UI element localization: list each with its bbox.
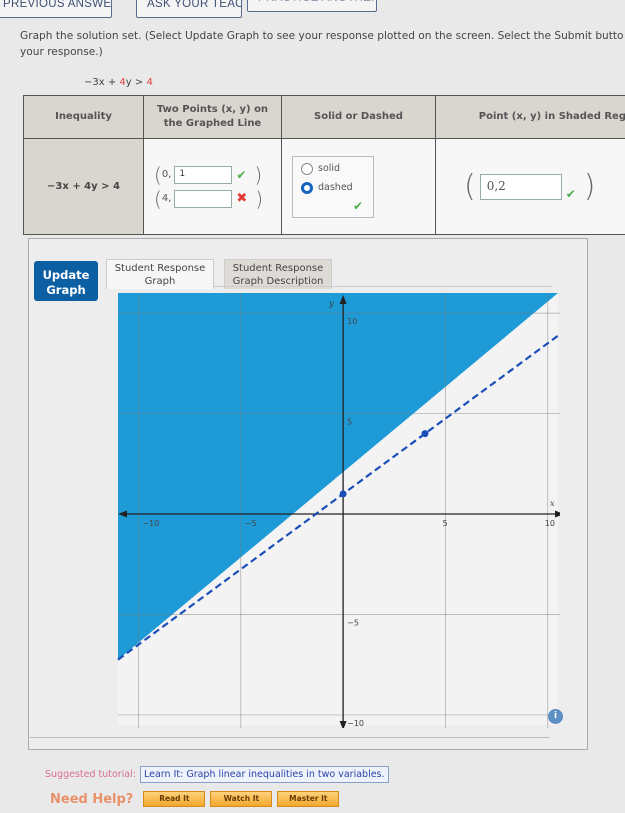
y-tick-label: 10 xyxy=(347,317,357,326)
radio-circle-icon[interactable] xyxy=(301,162,313,175)
instructions-line-1: Graph the solution set. (Select Update G… xyxy=(20,30,624,42)
x-axis-label: x xyxy=(550,499,555,508)
x-tick-label: 5 xyxy=(442,519,447,528)
need-help-label: Need Help? xyxy=(50,791,134,807)
close-paren: ) xyxy=(254,162,263,187)
y-tick-label: 5 xyxy=(347,418,352,427)
line-style-radio-group: solid dashed ✔ xyxy=(292,155,374,218)
info-icon[interactable]: i xyxy=(548,709,563,724)
correct-check-icon: ✔ xyxy=(352,198,363,213)
point-1-x: 0, xyxy=(161,169,172,180)
suggested-tutorial: Suggested tutorial: Learn It: Graph line… xyxy=(45,766,389,783)
close-paren: ) xyxy=(255,186,264,211)
inequality-rhs: 4 xyxy=(146,77,153,88)
header-inequality: Inequality xyxy=(23,95,144,139)
x-axis-arrow-right xyxy=(555,510,560,518)
header-two-points-line1: Two Points (x, y) on xyxy=(156,104,269,115)
x-tick-label: 10 xyxy=(545,519,555,528)
practice-another-tab[interactable]: PRACTICE ANOTHER xyxy=(247,0,377,12)
previous-answers-tab[interactable]: PREVIOUS ANSWERS xyxy=(0,0,112,18)
open-paren: ( xyxy=(154,162,162,187)
inequality-lhs: −3x + xyxy=(84,77,120,88)
instructions-line-2: your response.) xyxy=(20,46,103,58)
inequality-graph[interactable]: −10 −5 5 10 10 5 −5 −10 x y xyxy=(110,288,560,728)
radio-selected-icon[interactable] xyxy=(301,181,313,194)
need-help: Need Help? Read It Watch It Master It xyxy=(50,791,344,807)
radio-solid[interactable]: solid xyxy=(301,162,373,175)
y-tick-label: −10 xyxy=(347,719,364,728)
shaded-point-cell: ( 0,2 ✔ ) xyxy=(435,138,625,235)
point-2-x: 4, xyxy=(161,193,172,204)
y-axis-label: y xyxy=(328,299,334,308)
incorrect-x-icon: ✖ xyxy=(236,191,248,206)
point-1-y-input[interactable]: 1 xyxy=(174,165,233,184)
open-paren: ( xyxy=(464,168,476,204)
top-tab-bar: PREVIOUS ANSWERS ASK YOUR TEACHER PRACTI… xyxy=(0,0,625,22)
correct-check-icon: ✔ xyxy=(236,167,247,182)
tab-student-response-description[interactable]: Student Response Graph Description xyxy=(224,259,332,289)
tab-label-2: Graph xyxy=(144,276,176,287)
two-points-cell: ( 0, 1 ✔ ) ( 4, ✖ ) xyxy=(143,138,282,235)
header-solid-dashed: Solid or Dashed xyxy=(281,95,436,139)
read-it-button[interactable]: Read It xyxy=(143,791,206,807)
tutorial-link[interactable]: Learn It: Graph linear inequalities in t… xyxy=(140,766,389,783)
master-it-button[interactable]: Master It xyxy=(277,791,340,807)
response-table: Inequality Two Points (x, y) on the Grap… xyxy=(23,95,625,235)
open-paren: ( xyxy=(154,186,162,211)
update-graph-button[interactable]: Update Graph xyxy=(34,261,98,301)
x-tick-label: −10 xyxy=(142,519,159,528)
close-paren: ) xyxy=(583,168,596,204)
shaded-point-row: ( 0,2 ✔ ) xyxy=(436,168,625,204)
tab-label-1: Student Response xyxy=(232,263,324,274)
x-tick-label: −5 xyxy=(245,519,257,528)
header-two-points-line2: the Graphed Line xyxy=(163,118,262,129)
point-2-y-input[interactable] xyxy=(174,189,233,208)
line-style-cell: solid dashed ✔ xyxy=(281,138,436,235)
instructions: Graph the solution set. (Select Update G… xyxy=(20,28,625,60)
line-point xyxy=(339,490,347,498)
tab-label-1: Student Response xyxy=(114,263,206,274)
problem-inequality: −3x + 4y > 4 xyxy=(84,77,153,88)
radio-solid-label: solid xyxy=(318,163,341,174)
point-1-row: ( 0, 1 ✔ ) xyxy=(154,165,281,185)
y-tick-label: −5 xyxy=(347,618,359,627)
update-graph-label-1: Update xyxy=(42,268,90,282)
shaded-point-input[interactable]: 0,2 xyxy=(479,173,562,200)
inequality-var: y > xyxy=(125,77,147,88)
watch-it-button[interactable]: Watch It xyxy=(210,791,273,807)
radio-dashed[interactable]: dashed xyxy=(301,181,373,194)
correct-check-icon: ✔ xyxy=(565,186,576,201)
line-point xyxy=(421,430,429,438)
header-shaded-point: Point (x, y) in Shaded Reg xyxy=(435,95,625,139)
ask-your-teacher-tab[interactable]: ASK YOUR TEACHER xyxy=(136,0,242,18)
point-2-row: ( 4, ✖ ) xyxy=(154,189,281,209)
divider xyxy=(30,737,550,738)
header-two-points: Two Points (x, y) on the Graphed Line xyxy=(143,95,282,139)
tab-student-response-graph[interactable]: Student Response Graph xyxy=(106,259,214,289)
radio-dashed-label: dashed xyxy=(318,182,353,193)
inequality-cell: −3x + 4y > 4 xyxy=(23,138,144,235)
update-graph-label-2: Graph xyxy=(46,283,86,297)
tab-divider xyxy=(214,286,552,287)
tutorial-label: Suggested tutorial: xyxy=(45,769,137,780)
